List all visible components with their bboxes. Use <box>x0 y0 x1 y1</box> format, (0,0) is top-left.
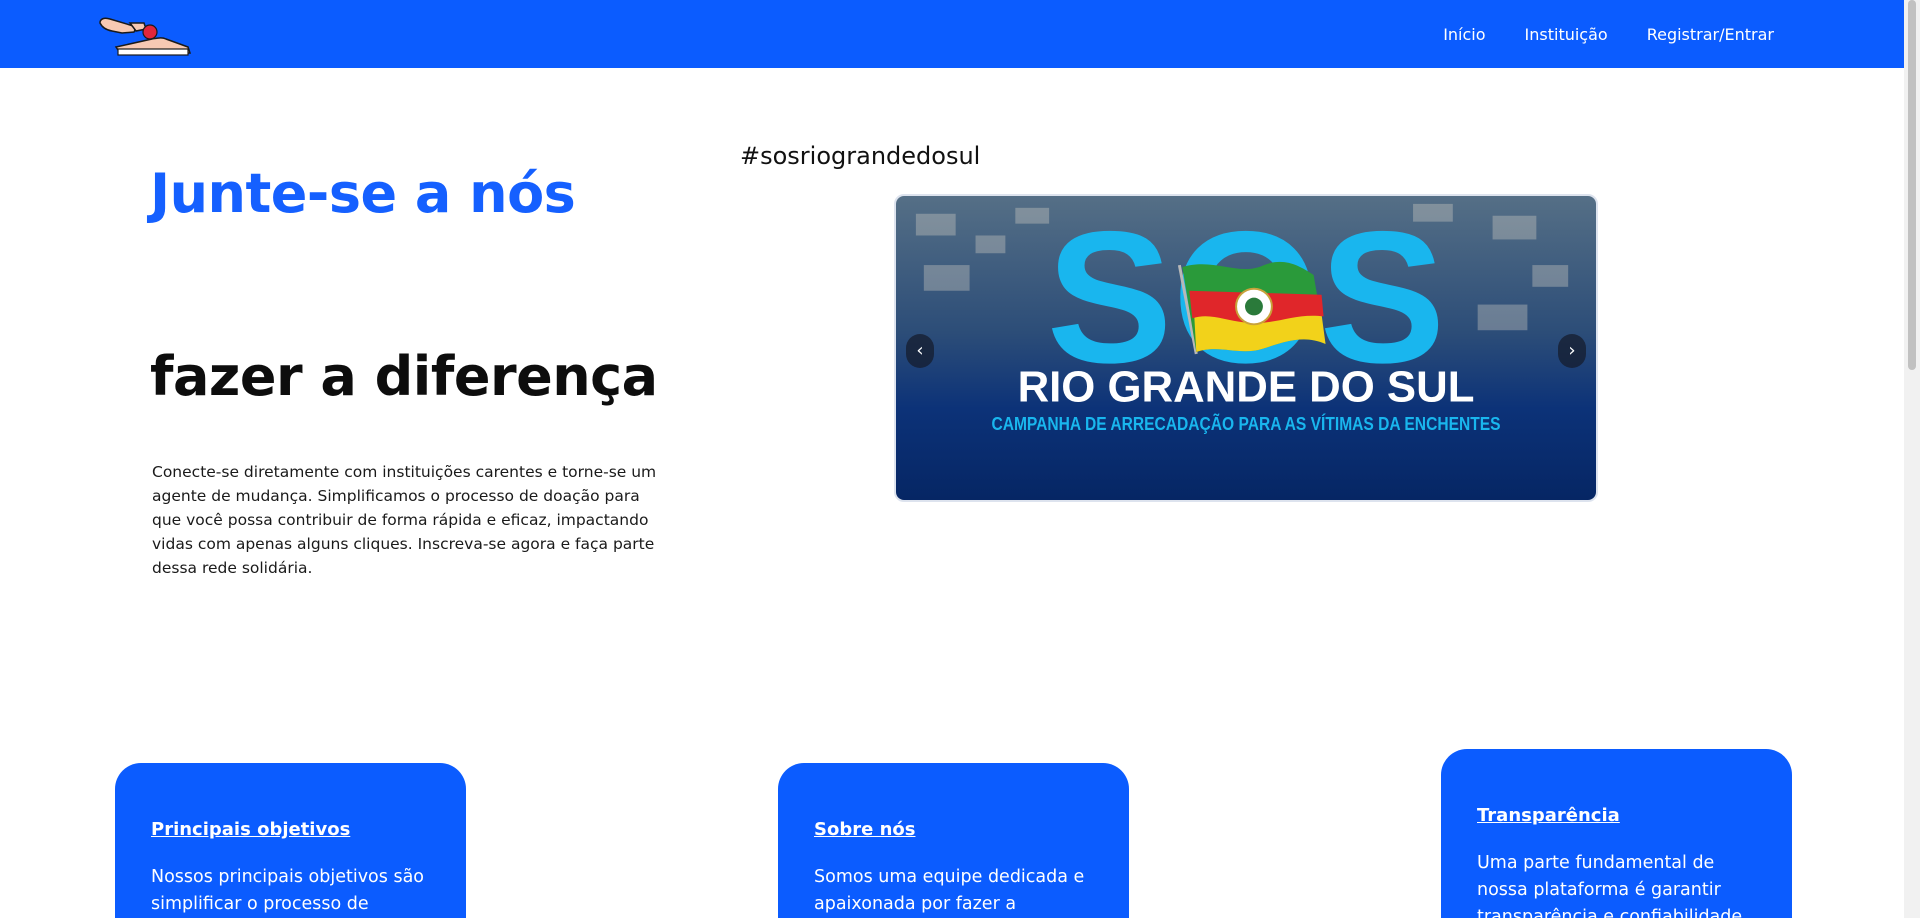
campaign-carousel: SOS RIO GRANDE DO SUL CAMPANHA DE ARRECA… <box>894 194 1598 502</box>
main-nav: Início Instituição Registrar/Entrar <box>1443 0 1774 68</box>
card-title-link[interactable]: Principais objetivos <box>151 819 350 840</box>
card-text: Nossos principais objetivos são simplifi… <box>151 867 424 914</box>
hero-description: Conecte-se diretamente com instituições … <box>152 463 657 577</box>
carousel-prev-button[interactable]: ‹ <box>906 334 934 368</box>
card-title-link[interactable]: Transparência <box>1477 805 1620 826</box>
card-principais-objetivos: Principais objetivos Nossos principais o… <box>115 763 466 918</box>
card-text: Uma parte fundamental de nossa plataform… <box>1477 853 1743 918</box>
card-text: Somos uma equipe dedicada e apaixonada p… <box>814 867 1085 914</box>
hero-title: Junte-se a nós <box>150 162 576 225</box>
nav-link-registrar-entrar[interactable]: Registrar/Entrar <box>1647 25 1774 44</box>
nav-link-instituicao[interactable]: Instituição <box>1525 25 1608 44</box>
sos-rio-grande-do-sul-banner: SOS RIO GRANDE DO SUL CAMPANHA DE ARRECA… <box>896 196 1596 500</box>
card-transparencia: Transparência Uma parte fundamental de n… <box>1441 749 1792 918</box>
hero-subtitle: fazer a diferença <box>150 345 658 408</box>
top-navbar: Início Instituição Registrar/Entrar <box>0 0 1904 68</box>
page-scrollbar-thumb[interactable] <box>1908 0 1916 370</box>
donation-hands-logo[interactable] <box>96 9 194 59</box>
carousel-next-button[interactable]: › <box>1558 334 1586 368</box>
banner-title-text: RIO GRANDE DO SUL <box>1018 363 1475 411</box>
card-sobre-nos: Sobre nós Somos uma equipe dedicada e ap… <box>778 763 1129 918</box>
banner-subtitle-text: CAMPANHA DE ARRECADAÇÃO PARA AS VÍTIMAS … <box>991 413 1500 434</box>
card-title-link[interactable]: Sobre nós <box>814 819 915 840</box>
nav-link-inicio[interactable]: Início <box>1443 25 1485 44</box>
campaign-hashtag: #sosriograndedosul <box>740 142 981 170</box>
